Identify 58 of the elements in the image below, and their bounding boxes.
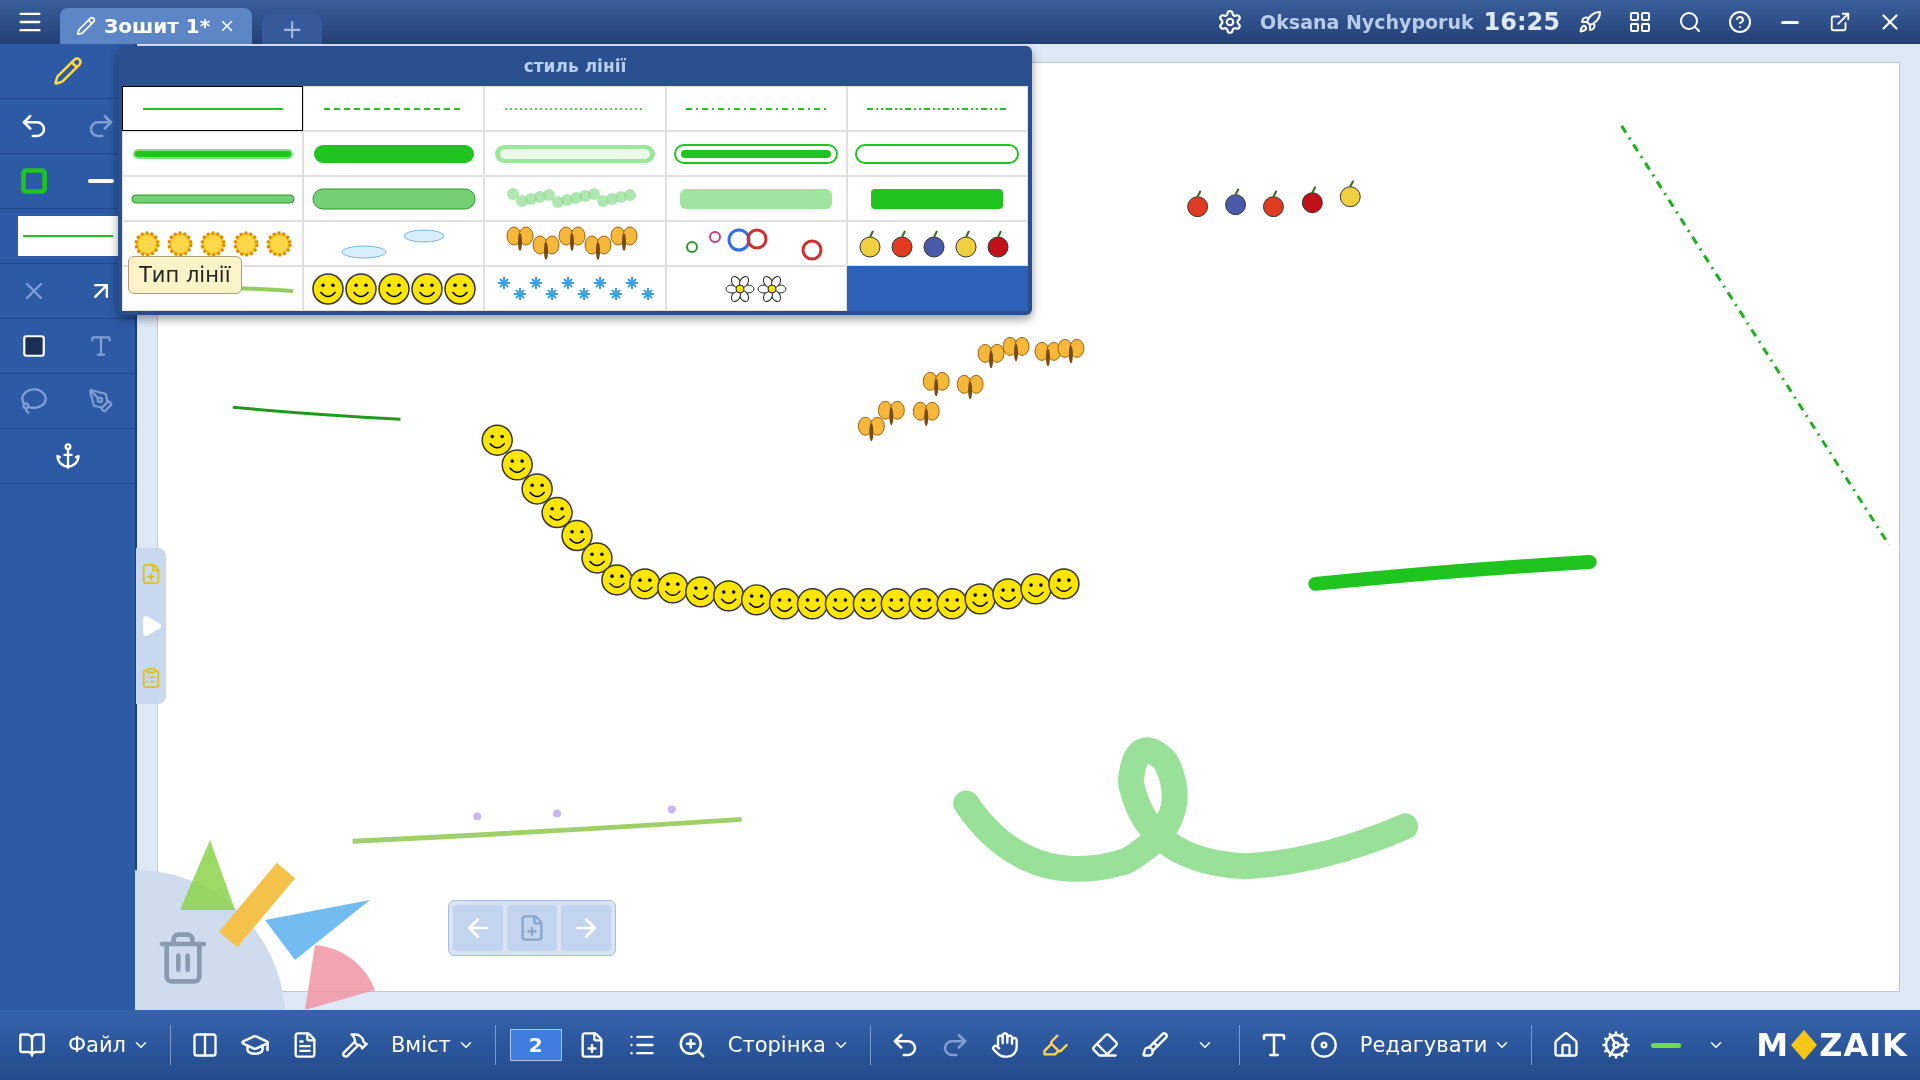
search-icon: [1678, 10, 1702, 34]
line-style-preview-icon: [130, 193, 295, 204]
level-icon: [1651, 1042, 1682, 1048]
clipboard-icon: [140, 667, 162, 689]
line-style-preview-icon: [142, 106, 283, 111]
app-logo: M ZAIK: [1756, 1026, 1908, 1064]
line-style-preview-icon: [311, 187, 476, 210]
grid-icon: [1628, 10, 1652, 34]
user-name: Oksana Nychyporuk: [1260, 11, 1474, 33]
line-style-preview-icon: [313, 144, 474, 163]
line-style-preview-icon: [497, 276, 653, 301]
record-icon: [1309, 1031, 1338, 1059]
line-style-preview-icon: [311, 272, 476, 305]
line-style-preview-icon: [867, 106, 1008, 111]
line-style-preview-icon: [132, 148, 293, 159]
line-sample-icon: [22, 235, 113, 237]
tooltip: Тип лінії: [128, 256, 242, 294]
line-style-preview-icon: [495, 144, 655, 163]
page-number-field[interactable]: 2: [509, 1029, 562, 1061]
edit-menu[interactable]: Редагувати: [1353, 1033, 1518, 1057]
line-style-preview-icon: [871, 188, 1004, 209]
line-style-preview-icon: [132, 229, 293, 258]
home-icon: [1552, 1031, 1581, 1059]
page-menu[interactable]: Сторінка: [721, 1033, 856, 1057]
book-icon: [18, 1031, 46, 1059]
line-width-icon: [88, 179, 115, 183]
line-style-preview-icon: [674, 143, 839, 164]
content-menu[interactable]: Вміст: [384, 1033, 481, 1057]
help-icon: [1728, 10, 1752, 34]
add-page-icon: [140, 563, 162, 585]
columns-icon: [191, 1031, 219, 1059]
hammer-icon: [340, 1031, 369, 1059]
settings-icon: [1217, 9, 1244, 35]
line-style-preview-icon: [505, 106, 645, 111]
rocket-icon: [1578, 10, 1602, 34]
brush-icon: [1140, 1031, 1169, 1059]
anchor-icon: [53, 442, 82, 470]
line-style-preview-icon: [680, 188, 833, 209]
line-style-preview-icon: [855, 143, 1020, 164]
minimize-icon: [1781, 20, 1799, 24]
notebook-tab[interactable]: Зошит 1*: [60, 8, 253, 44]
line-style-preview-icon: [686, 106, 827, 111]
hand-icon: [990, 1031, 1019, 1059]
line-style-preview-icon: [340, 228, 447, 259]
color-square-icon: [19, 167, 48, 195]
eraser-icon: [1090, 1031, 1119, 1059]
popup-title: стиль лінії: [522, 55, 628, 78]
pencil-icon: [76, 16, 96, 36]
line-style-option[interactable]: [122, 86, 304, 131]
pen-icon: [88, 388, 115, 414]
gear-icon: [1601, 1030, 1632, 1060]
pencil-icon: [52, 56, 83, 86]
lasso-icon: [19, 387, 48, 415]
clock-time: 16:25: [1483, 8, 1560, 36]
file-menu[interactable]: Файл: [62, 1033, 156, 1057]
shape-icon: [20, 333, 47, 359]
restore-icon: [1829, 11, 1851, 33]
highlighter-icon: [1040, 1031, 1069, 1059]
